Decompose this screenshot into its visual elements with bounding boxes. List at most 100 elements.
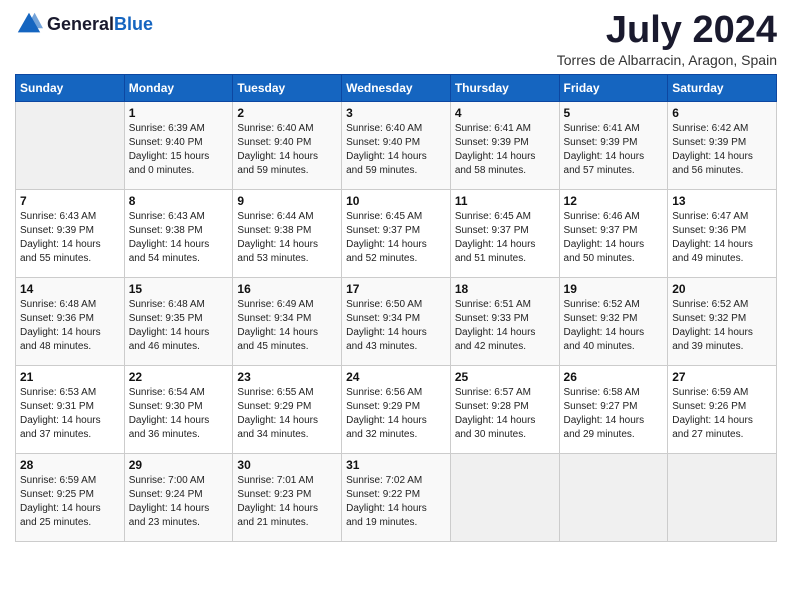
day-number: 26 [564,370,664,384]
day-cell: 2 Sunrise: 6:40 AM Sunset: 9:40 PM Daylig… [233,101,342,189]
day-cell [668,453,777,541]
header-cell-thursday: Thursday [450,74,559,101]
day-cell: 17 Sunrise: 6:50 AM Sunset: 9:34 PM Dayli… [342,277,451,365]
day-info: Sunrise: 6:43 AM Sunset: 9:39 PM Dayligh… [20,210,120,266]
day-number: 31 [346,458,446,472]
header-cell-saturday: Saturday [668,74,777,101]
day-cell: 13 Sunrise: 6:47 AM Sunset: 9:36 PM Dayli… [668,189,777,277]
day-cell: 8Sunrise: 6:43 AM Sunset: 9:38 PM Daylig… [124,189,233,277]
day-number: 15 [129,282,229,296]
day-number: 18 [455,282,555,296]
day-cell [450,453,559,541]
day-info: Sunrise: 6:51 AM Sunset: 9:33 PM Dayligh… [455,298,555,354]
day-number: 2 [237,106,337,120]
day-info: Sunrise: 7:02 AM Sunset: 9:22 PM Dayligh… [346,474,446,530]
day-info: Sunrise: 7:00 AM Sunset: 9:24 PM Dayligh… [129,474,229,530]
header-cell-friday: Friday [559,74,668,101]
header-row: SundayMondayTuesdayWednesdayThursdayFrid… [16,74,777,101]
month-title: July 2024 [557,10,777,52]
day-info: Sunrise: 6:47 AM Sunset: 9:36 PM Dayligh… [672,210,772,266]
week-row-0: 1Sunrise: 6:39 AM Sunset: 9:40 PM Daylig… [16,101,777,189]
day-cell: 16 Sunrise: 6:49 AM Sunset: 9:34 PM Dayli… [233,277,342,365]
day-info: Sunrise: 6:49 AM Sunset: 9:34 PM Dayligh… [237,298,337,354]
day-number: 14 [20,282,120,296]
week-row-2: 14 Sunrise: 6:48 AM Sunset: 9:36 PM Dayli… [16,277,777,365]
day-number: 28 [20,458,120,472]
day-cell: 21 Sunrise: 6:53 AM Sunset: 9:31 PM Dayli… [16,365,125,453]
day-cell: 31 Sunrise: 7:02 AM Sunset: 9:22 PM Dayli… [342,453,451,541]
day-cell: 23 Sunrise: 6:55 AM Sunset: 9:29 PM Dayli… [233,365,342,453]
day-number: 19 [564,282,664,296]
day-info: Sunrise: 6:53 AM Sunset: 9:31 PM Dayligh… [20,386,120,442]
week-row-3: 21 Sunrise: 6:53 AM Sunset: 9:31 PM Dayli… [16,365,777,453]
day-info: Sunrise: 6:41 AM Sunset: 9:39 PM Dayligh… [455,122,555,178]
day-cell: 20 Sunrise: 6:52 AM Sunset: 9:32 PM Dayli… [668,277,777,365]
header-cell-sunday: Sunday [16,74,125,101]
day-number: 4 [455,106,555,120]
day-info: Sunrise: 6:58 AM Sunset: 9:27 PM Dayligh… [564,386,664,442]
day-info: Sunrise: 6:59 AM Sunset: 9:25 PM Dayligh… [20,474,120,530]
page-header: GeneralBlue July 2024 Torres de Albarrac… [15,10,777,68]
day-number: 8 [129,194,229,208]
day-number: 17 [346,282,446,296]
day-number: 5 [564,106,664,120]
day-cell: 19 Sunrise: 6:52 AM Sunset: 9:32 PM Dayli… [559,277,668,365]
day-number: 30 [237,458,337,472]
day-number: 20 [672,282,772,296]
logo-icon [15,10,43,38]
day-cell: 15 Sunrise: 6:48 AM Sunset: 9:35 PM Dayli… [124,277,233,365]
day-cell: 1Sunrise: 6:39 AM Sunset: 9:40 PM Daylig… [124,101,233,189]
day-info: Sunrise: 6:52 AM Sunset: 9:32 PM Dayligh… [564,298,664,354]
day-info: Sunrise: 6:40 AM Sunset: 9:40 PM Dayligh… [237,122,337,178]
header-cell-tuesday: Tuesday [233,74,342,101]
day-number: 16 [237,282,337,296]
week-row-4: 28 Sunrise: 6:59 AM Sunset: 9:25 PM Dayli… [16,453,777,541]
day-cell: 11Sunrise: 6:45 AM Sunset: 9:37 PM Dayli… [450,189,559,277]
day-number: 22 [129,370,229,384]
day-info: Sunrise: 6:48 AM Sunset: 9:35 PM Dayligh… [129,298,229,354]
header-cell-wednesday: Wednesday [342,74,451,101]
day-number: 10 [346,194,446,208]
day-number: 29 [129,458,229,472]
day-cell: 18 Sunrise: 6:51 AM Sunset: 9:33 PM Dayli… [450,277,559,365]
day-cell: 27 Sunrise: 6:59 AM Sunset: 9:26 PM Dayli… [668,365,777,453]
day-number: 25 [455,370,555,384]
day-number: 21 [20,370,120,384]
day-cell [16,101,125,189]
day-cell: 3Sunrise: 6:40 AM Sunset: 9:40 PM Daylig… [342,101,451,189]
day-info: Sunrise: 6:59 AM Sunset: 9:26 PM Dayligh… [672,386,772,442]
day-number: 23 [237,370,337,384]
day-cell: 10 Sunrise: 6:45 AM Sunset: 9:37 PM Dayli… [342,189,451,277]
day-info: Sunrise: 7:01 AM Sunset: 9:23 PM Dayligh… [237,474,337,530]
day-number: 9 [237,194,337,208]
day-info: Sunrise: 6:56 AM Sunset: 9:29 PM Dayligh… [346,386,446,442]
day-info: Sunrise: 6:45 AM Sunset: 9:37 PM Dayligh… [346,210,446,266]
header-cell-monday: Monday [124,74,233,101]
day-cell: 6Sunrise: 6:42 AM Sunset: 9:39 PM Daylig… [668,101,777,189]
day-cell: 22 Sunrise: 6:54 AM Sunset: 9:30 PM Dayli… [124,365,233,453]
day-cell: 4 Sunrise: 6:41 AM Sunset: 9:39 PM Daylig… [450,101,559,189]
day-number: 3 [346,106,446,120]
day-cell: 14 Sunrise: 6:48 AM Sunset: 9:36 PM Dayli… [16,277,125,365]
day-cell: 5 Sunrise: 6:41 AM Sunset: 9:39 PM Daylig… [559,101,668,189]
logo-general: General [47,14,114,34]
day-info: Sunrise: 6:54 AM Sunset: 9:30 PM Dayligh… [129,386,229,442]
calendar-table: SundayMondayTuesdayWednesdayThursdayFrid… [15,74,777,542]
day-info: Sunrise: 6:41 AM Sunset: 9:39 PM Dayligh… [564,122,664,178]
day-cell: 29 Sunrise: 7:00 AM Sunset: 9:24 PM Dayli… [124,453,233,541]
day-cell: 7 Sunrise: 6:43 AM Sunset: 9:39 PM Daylig… [16,189,125,277]
day-info: Sunrise: 6:52 AM Sunset: 9:32 PM Dayligh… [672,298,772,354]
day-cell [559,453,668,541]
day-info: Sunrise: 6:50 AM Sunset: 9:34 PM Dayligh… [346,298,446,354]
day-info: Sunrise: 6:48 AM Sunset: 9:36 PM Dayligh… [20,298,120,354]
day-number: 13 [672,194,772,208]
day-number: 1 [129,106,229,120]
day-cell: 30 Sunrise: 7:01 AM Sunset: 9:23 PM Dayli… [233,453,342,541]
day-info: Sunrise: 6:42 AM Sunset: 9:39 PM Dayligh… [672,122,772,178]
day-info: Sunrise: 6:55 AM Sunset: 9:29 PM Dayligh… [237,386,337,442]
day-number: 7 [20,194,120,208]
week-row-1: 7 Sunrise: 6:43 AM Sunset: 9:39 PM Daylig… [16,189,777,277]
day-info: Sunrise: 6:45 AM Sunset: 9:37 PM Dayligh… [455,210,555,266]
day-number: 27 [672,370,772,384]
day-cell: 26 Sunrise: 6:58 AM Sunset: 9:27 PM Dayli… [559,365,668,453]
